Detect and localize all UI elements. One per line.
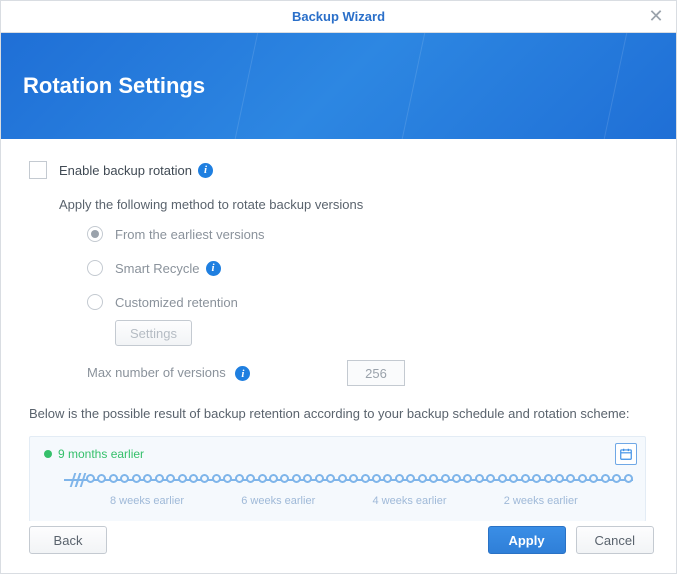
timeline-dot — [429, 474, 438, 483]
timeline-dot — [315, 474, 324, 483]
timeline-dot — [155, 474, 164, 483]
timeline-label: 8 weeks earlier — [110, 495, 241, 507]
apply-method-text: Apply the following method to rotate bac… — [59, 197, 646, 212]
timeline-dot — [212, 474, 221, 483]
timeline-dot — [418, 474, 427, 483]
close-button[interactable]: ✕ — [636, 1, 676, 32]
timeline-dot — [269, 474, 278, 483]
rotation-method-group: From the earliest versions Smart Recycle… — [87, 226, 646, 346]
settings-button[interactable]: Settings — [115, 320, 192, 346]
timeline-labels: 8 weeks earlier 6 weeks earlier 4 weeks … — [110, 495, 635, 507]
timeline-dot — [338, 474, 347, 483]
body: Enable backup rotation i Apply the follo… — [1, 139, 676, 521]
backup-wizard-window: Backup Wizard ✕ Rotation Settings Enable… — [0, 0, 677, 574]
timeline-dot — [303, 474, 312, 483]
timeline-dot — [86, 474, 95, 483]
enable-rotation-row: Enable backup rotation i — [29, 161, 646, 179]
timeline-track — [64, 471, 633, 489]
banner: Rotation Settings — [1, 33, 676, 139]
timeline-dot — [97, 474, 106, 483]
info-icon[interactable]: i — [235, 366, 250, 381]
time-break-icon — [72, 473, 82, 487]
timeline-dot — [383, 474, 392, 483]
radio-custom[interactable] — [87, 294, 103, 310]
timeline-dot — [280, 474, 289, 483]
timeline-dot — [578, 474, 587, 483]
radio-earliest[interactable] — [87, 226, 103, 242]
radio-smart-label: Smart Recycle — [115, 261, 200, 276]
timeline-dot — [189, 474, 198, 483]
window-title: Backup Wizard — [1, 9, 676, 24]
max-versions-row: Max number of versions i — [87, 360, 646, 386]
radio-earliest-label: From the earliest versions — [115, 227, 265, 242]
timeline-label: 2 weeks earlier — [504, 495, 635, 507]
dot-icon — [44, 450, 52, 458]
timeline-dot — [624, 474, 633, 483]
timeline-dot — [258, 474, 267, 483]
radio-row-smart: Smart Recycle i — [87, 260, 646, 276]
timeline-dot — [223, 474, 232, 483]
footer: Back Apply Cancel — [1, 521, 676, 573]
timeline-dot — [200, 474, 209, 483]
timeline-dot — [486, 474, 495, 483]
timeline-dot — [498, 474, 507, 483]
timeline-dot — [120, 474, 129, 483]
timeline-dot — [361, 474, 370, 483]
timeline-dot — [143, 474, 152, 483]
timeline-dot — [475, 474, 484, 483]
timeline-dot — [566, 474, 575, 483]
apply-button[interactable]: Apply — [488, 526, 566, 554]
timeline-dot — [349, 474, 358, 483]
radio-smart[interactable] — [87, 260, 103, 276]
radio-custom-label: Customized retention — [115, 295, 238, 310]
timeline-dot — [235, 474, 244, 483]
timeline-dot — [509, 474, 518, 483]
timeline-dot — [406, 474, 415, 483]
timeline-dot — [372, 474, 381, 483]
info-icon[interactable]: i — [206, 261, 221, 276]
explain-text: Below is the possible result of backup r… — [29, 404, 646, 424]
timeline-label: 6 weeks earlier — [241, 495, 372, 507]
cancel-button[interactable]: Cancel — [576, 526, 654, 554]
timeline-dot — [463, 474, 472, 483]
info-icon[interactable]: i — [198, 163, 213, 178]
timeline-dot — [452, 474, 461, 483]
timeline-dot — [166, 474, 175, 483]
timeline-dot — [601, 474, 610, 483]
timeline-dot — [246, 474, 255, 483]
timeline-dot — [395, 474, 404, 483]
timeline-dot — [178, 474, 187, 483]
timeline-dot — [292, 474, 301, 483]
enable-rotation-checkbox[interactable] — [29, 161, 47, 179]
timeline-dot — [326, 474, 335, 483]
calendar-icon[interactable] — [615, 443, 637, 465]
timeline-dots — [86, 474, 633, 483]
back-button[interactable]: Back — [29, 526, 107, 554]
page-title: Rotation Settings — [23, 73, 205, 99]
timeline-dot — [132, 474, 141, 483]
timeline-dot — [532, 474, 541, 483]
timeline-dot — [109, 474, 118, 483]
timeline-dot — [544, 474, 553, 483]
timeline-dot — [589, 474, 598, 483]
timeline-dot — [612, 474, 621, 483]
timeline-dot — [521, 474, 530, 483]
scroll-area[interactable]: Enable backup rotation i Apply the follo… — [1, 139, 668, 521]
titlebar: Backup Wizard ✕ — [1, 1, 676, 33]
radio-row-custom: Customized retention — [87, 294, 646, 310]
earliest-label: 9 months earlier — [58, 447, 144, 461]
timeline-preview: 9 months earlier 8 weeks earlier 6 weeks… — [29, 436, 646, 522]
timeline-label: 4 weeks earlier — [373, 495, 504, 507]
timeline-dot — [441, 474, 450, 483]
earliest-marker: 9 months earlier — [44, 447, 635, 461]
enable-rotation-label: Enable backup rotation — [59, 163, 192, 178]
radio-row-earliest: From the earliest versions — [87, 226, 646, 242]
timeline-dot — [555, 474, 564, 483]
max-versions-input[interactable] — [347, 360, 405, 386]
max-versions-label: Max number of versions i — [87, 365, 347, 382]
